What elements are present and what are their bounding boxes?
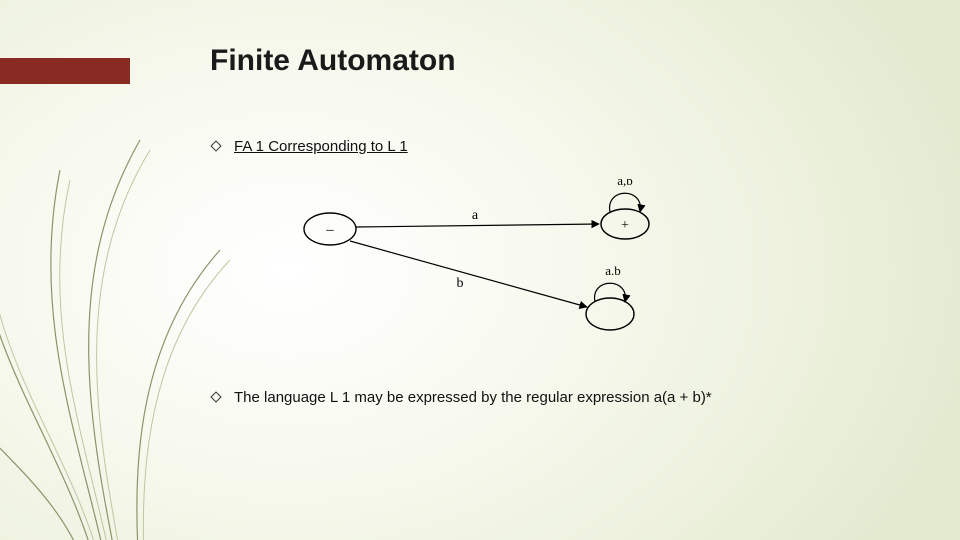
edge-b-label: b (457, 276, 464, 291)
diamond-bullet-icon (210, 140, 222, 152)
bullet-2-text: The language L 1 may be expressed by the… (234, 389, 712, 406)
diamond-bullet-icon (210, 391, 222, 403)
slide-title: Finite Automaton (210, 44, 890, 78)
accent-bar (0, 58, 130, 84)
fa-diagram: – + a,b a.b a b (290, 179, 710, 339)
start-state-label: – (325, 222, 334, 238)
edge-a-label: a (472, 208, 479, 223)
slide-content: Finite Automaton FA 1 Corresponding to L… (210, 44, 890, 430)
loop1-label: a,b (617, 179, 633, 188)
accept-state-label: + (621, 218, 629, 233)
bullet-2: The language L 1 may be expressed by the… (210, 389, 890, 406)
bullet-1: FA 1 Corresponding to L 1 (210, 138, 890, 155)
bullet-1-text: FA 1 Corresponding to L 1 (234, 138, 408, 155)
loop2-label: a.b (605, 263, 621, 278)
